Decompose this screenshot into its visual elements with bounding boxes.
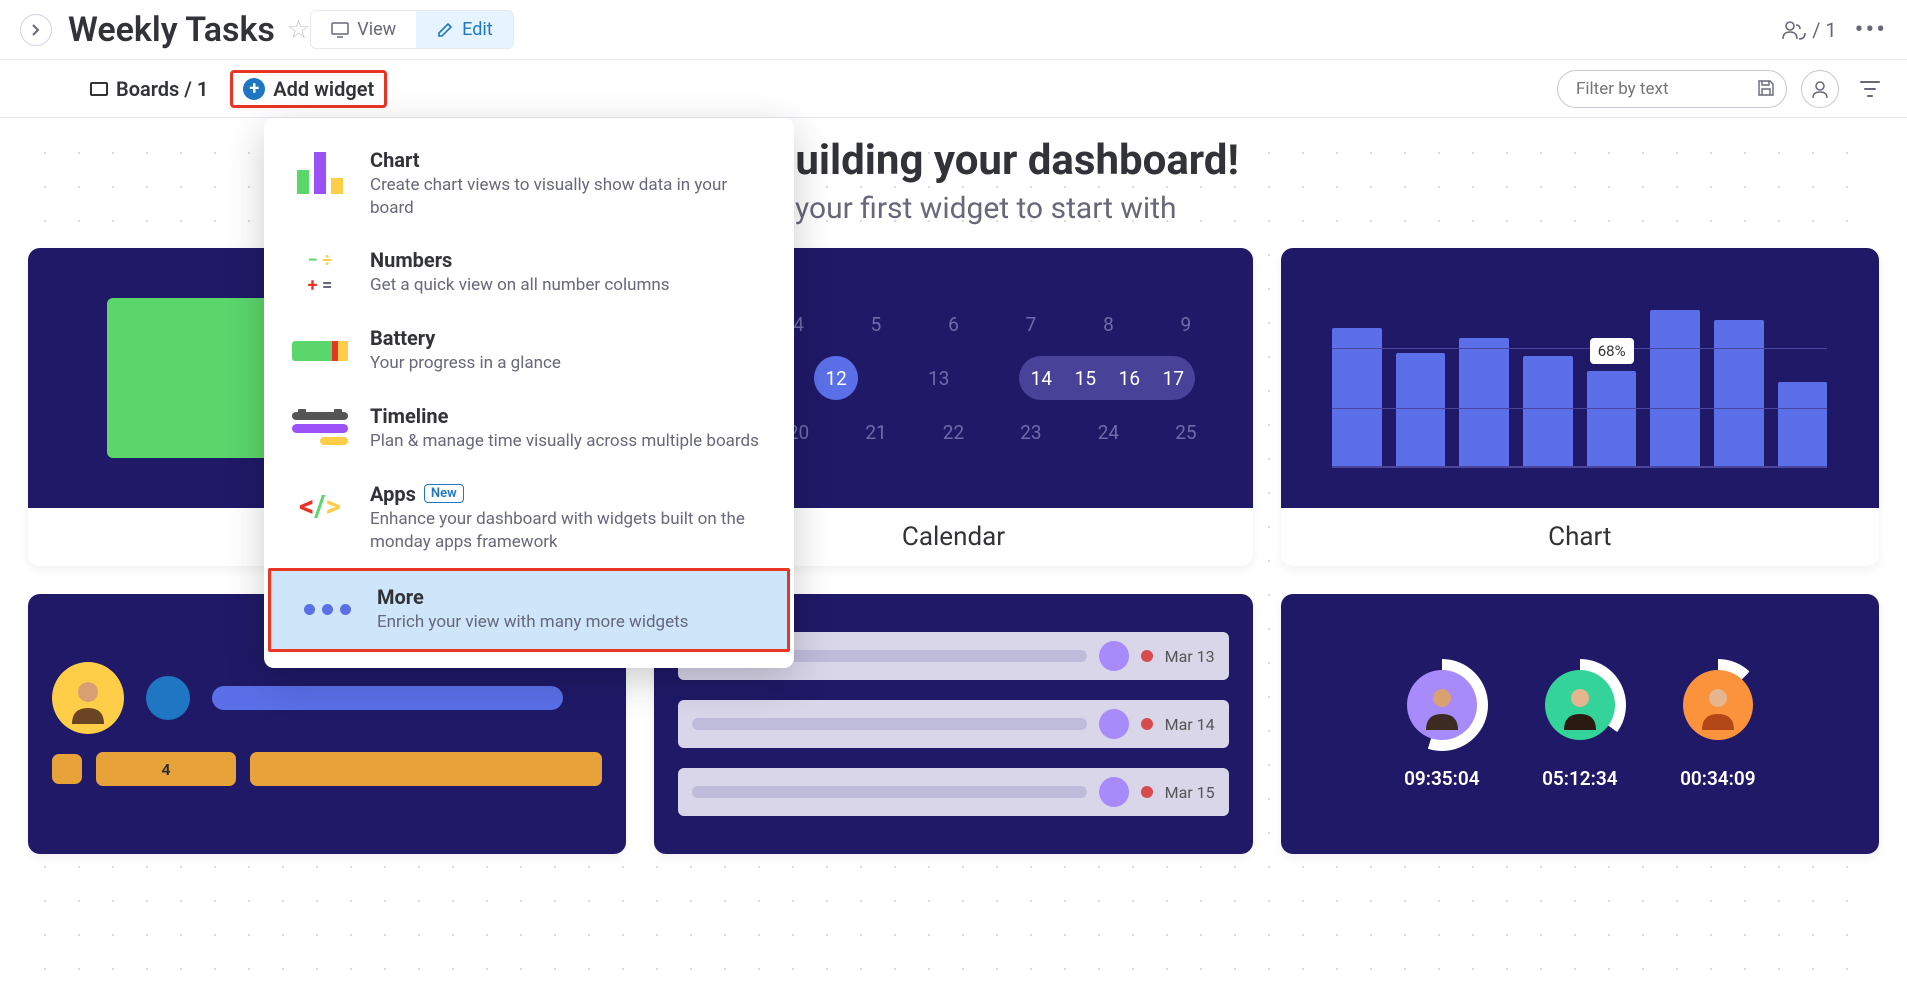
profile-button[interactable] [1801,70,1839,108]
cal-day: 7 [1009,302,1053,346]
overview-row: Mar 15 [678,768,1228,816]
plus-circle-icon: + [243,78,265,100]
boards-count-chip[interactable]: Boards / 1 [90,77,208,101]
avatar [52,662,124,734]
chart-preview: 68% [1332,288,1827,468]
numbers-icon: −÷+= [308,250,333,296]
cal-day: 6 [931,302,975,346]
widget-option-timeline[interactable]: Timeline Plan & manage time visually acr… [264,390,794,468]
view-mode-label: View [357,19,396,40]
filter-input-wrap [1557,70,1787,108]
widget-option-more[interactable]: More Enrich your view with many more wid… [268,568,790,652]
widget-option-battery[interactable]: Battery Your progress in a glance [264,312,794,390]
widget-card-timetracking[interactable]: 09:35:04 05:12:34 [1281,594,1879,854]
edit-mode-label: Edit [462,19,492,40]
new-badge: New [424,484,464,503]
widget-option-desc: Plan & manage time visually across multi… [370,430,759,453]
timetracking-preview: 09:35:04 05:12:34 [1396,659,1764,790]
members-count-text: / 1 [1812,18,1836,42]
page-title: Weekly Tasks [68,10,275,50]
status-dot-icon [1141,718,1153,730]
add-widget-dropdown: Chart Create chart views to visually sho… [264,118,794,668]
avatar [1099,709,1129,739]
save-icon[interactable] [1757,79,1775,97]
add-widget-label: Add widget [273,77,374,101]
avatar [1683,670,1753,740]
widget-option-title: Battery [370,326,561,350]
widget-option-title: Numbers [370,248,670,272]
cal-day: 23 [1009,410,1053,454]
widget-option-desc: Create chart views to visually show data… [370,174,770,220]
overview-date: Mar 15 [1165,783,1215,802]
timeline-handle [52,754,82,784]
header: Weekly Tasks ☆ View Edit / 1 ••• [0,0,1907,60]
tracked-time: 09:35:04 [1404,767,1479,790]
cal-day: 9 [1164,302,1208,346]
person-icon [1810,79,1830,99]
edit-mode-button[interactable]: Edit [416,11,512,48]
collapse-sidebar-button[interactable] [20,14,52,46]
widget-option-desc: Get a quick view on all number columns [370,274,670,297]
status-dot-icon [1141,786,1153,798]
cal-day: 22 [931,410,975,454]
widget-option-chart[interactable]: Chart Create chart views to visually sho… [264,134,794,234]
view-mode-button[interactable]: View [311,11,416,48]
cal-day: 21 [854,410,898,454]
cal-day-selected: 12 [814,356,858,400]
widget-card-chart[interactable]: 68% Chart [1281,248,1879,566]
widget-option-title: Chart [370,148,770,172]
widget-option-desc: Your progress in a glance [370,352,561,375]
status-dot [146,676,190,720]
timeline-pill [250,752,602,786]
overview-row: Mar 14 [678,700,1228,748]
cal-day: 5 [854,302,898,346]
more-menu-button[interactable]: ••• [1855,15,1887,45]
widget-card-label: Chart [1281,508,1879,566]
avatar [1407,670,1477,740]
pencil-icon [436,21,454,39]
status-dot-icon [1141,650,1153,662]
view-edit-toggle: View Edit [310,10,513,49]
people-icon [1782,20,1806,40]
timeline-icon [292,412,348,445]
filter-input[interactable] [1557,70,1787,108]
tracked-time: 05:12:34 [1542,767,1617,790]
cal-day: 25 [1164,410,1208,454]
widget-option-desc: Enhance your dashboard with widgets buil… [370,508,770,554]
widget-option-desc: Enrich your view with many more widgets [377,611,688,634]
tracked-time: 00:34:09 [1680,767,1755,790]
overview-date: Mar 14 [1165,715,1215,734]
widget-option-title: Apps [370,482,416,506]
toolbar: Boards / 1 + Add widget [0,60,1907,118]
star-icon[interactable]: ☆ [287,15,310,45]
cal-range: 14 15 16 17 [1019,356,1195,400]
avatar [1545,670,1615,740]
widget-option-title: Timeline [370,404,759,428]
overview-date: Mar 13 [1165,647,1215,666]
filter-button[interactable] [1853,72,1887,106]
widget-option-apps[interactable]: </> Apps New Enhance your dashboard with… [264,468,794,568]
add-widget-button[interactable]: + Add widget [230,70,387,108]
apps-icon: </> [299,489,341,524]
members-count[interactable]: / 1 [1782,18,1836,42]
monitor-icon [331,22,349,38]
cal-day: 24 [1086,410,1130,454]
chart-tooltip: 68% [1590,338,1634,364]
battery-icon [292,341,348,361]
avatar [1099,777,1129,807]
timeline-pill: 4 [96,752,236,786]
chart-icon [297,152,343,194]
more-dots-icon [304,604,351,615]
widget-option-numbers[interactable]: −÷+= Numbers Get a quick view on all num… [264,234,794,312]
boards-count-label: Boards / 1 [116,77,208,101]
cal-day: 13 [917,356,961,400]
filter-icon [1860,80,1880,98]
cal-day: 8 [1086,302,1130,346]
avatar [1099,641,1129,671]
board-icon [90,82,108,96]
widget-option-title: More [377,585,688,609]
